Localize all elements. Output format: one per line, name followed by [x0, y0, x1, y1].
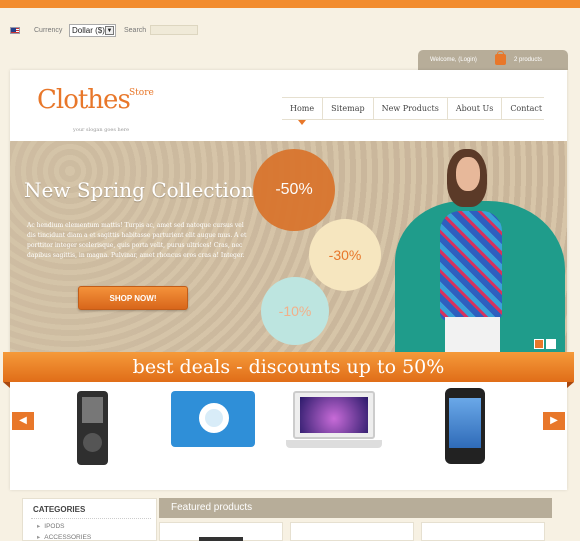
basket-icon[interactable] [495, 51, 506, 65]
iphone-screen [449, 398, 481, 448]
chevron-down-icon[interactable]: ▼ [105, 26, 114, 35]
discount-bubble-10: -10% [261, 277, 329, 345]
search-input[interactable] [150, 25, 198, 35]
cart-count-link[interactable]: 2 products [514, 57, 542, 63]
categories-heading: CATEGORIES [33, 505, 86, 514]
model-pants [445, 317, 500, 353]
ipod-image[interactable] [77, 391, 108, 465]
slide-dot-2[interactable] [546, 339, 556, 349]
account-tab: Welcome, (Login) 2 products [418, 50, 568, 70]
product-thumbnail [199, 537, 243, 541]
slide-dot-1[interactable] [534, 339, 544, 349]
best-deals-banner: best deals - discounts up to 50% [3, 352, 574, 388]
currency-value: Dollar ($) [72, 26, 105, 35]
nav-about-us[interactable]: About Us [448, 98, 503, 119]
model-top [440, 211, 502, 321]
currency-select[interactable]: Dollar ($) ▼ [69, 24, 116, 37]
arrow-left-icon[interactable]: ◀ [12, 412, 34, 430]
logo-slogan: your slogan goes here [73, 127, 130, 133]
model-face [456, 157, 480, 191]
logo-store: Store [129, 88, 154, 98]
hero-title: New Spring Collection [24, 178, 254, 202]
us-flag-icon[interactable] [10, 27, 20, 34]
nav-contact[interactable]: Contact [502, 98, 550, 119]
iphone-image[interactable] [445, 388, 485, 464]
category-accessories[interactable]: ACCESSORIES [37, 533, 91, 541]
top-accent-bar [0, 0, 580, 8]
currency-label: Currency [34, 27, 63, 34]
hero-banner: -50% -30% -10% New Spring Collection Ac … [10, 141, 567, 353]
categories-sidebar: CATEGORIES IPODS ACCESSORIES [22, 498, 157, 541]
ipod-shuffle-image[interactable] [171, 391, 255, 447]
featured-product-card[interactable] [290, 522, 414, 541]
model-image [385, 141, 567, 353]
hero-text: Ac hendium elementum mattis! Turpis ac, … [27, 222, 247, 259]
welcome-login-link[interactable]: Welcome, (Login) [430, 57, 477, 63]
laptop-screen [300, 397, 368, 433]
nav-new-products[interactable]: New Products [374, 98, 448, 119]
nav-sitemap[interactable]: Sitemap [323, 98, 374, 119]
category-ipods[interactable]: IPODS [37, 522, 64, 530]
slide-dots [534, 339, 556, 349]
arrow-right-icon[interactable]: ▶ [543, 412, 565, 430]
ipod-wheel [83, 433, 102, 452]
discount-bubble-50: -50% [253, 149, 335, 231]
deals-carousel: ◀ ▶ [10, 382, 567, 470]
ipod-screen [82, 397, 103, 423]
shop-now-button[interactable]: SHOP NOW! [78, 286, 188, 310]
shuffle-ring [199, 403, 229, 433]
nav-home[interactable]: Home [282, 98, 324, 125]
featured-product-card[interactable] [159, 522, 283, 541]
main-nav: Home Sitemap New Products About Us Conta… [282, 97, 544, 125]
laptop-base [286, 440, 382, 448]
featured-heading: Featured products [159, 498, 552, 518]
featured-product-card[interactable] [421, 522, 545, 541]
sidebar-divider [31, 518, 151, 519]
utility-bar: Currency Dollar ($) ▼ Search [0, 22, 580, 40]
logo-name: Clothes [37, 85, 131, 115]
search-label: Search [124, 27, 147, 34]
store-logo[interactable]: Clothes Store your slogan goes here [37, 85, 154, 133]
discount-bubble-30: -30% [309, 219, 381, 291]
laptop-image[interactable] [293, 391, 375, 439]
